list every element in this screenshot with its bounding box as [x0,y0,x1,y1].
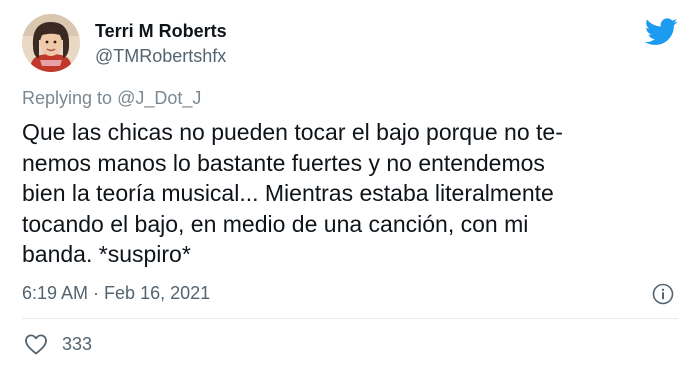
tweet-text-line: tocando el bajo, en medio de una canción… [22,210,529,237]
info-icon[interactable] [652,283,674,305]
tweet-text-line: bien la teoría musical... Mientras estab… [22,180,554,207]
replying-prefix: Replying to [22,88,118,108]
replying-to: Replying to @J_Dot_J [22,88,201,109]
meta-separator: · [88,283,105,303]
tweet-text-line: Que las chicas no pueden tocar el bajo p… [22,119,563,145]
twitter-bird-icon[interactable] [645,18,678,46]
tweet-time: 6:19 AM [22,283,89,303]
reply-target-link[interactable]: @J_Dot_J [117,88,201,108]
heart-icon[interactable] [24,333,48,355]
tweet-text: Que las chicas no pueden tocar el bajo p… [22,117,682,270]
like-count: 333 [62,334,93,354]
tweet-date: Feb 16, 2021 [104,283,211,303]
tweet-timestamp[interactable]: 6:19 AM · Feb 16, 2021 [22,283,210,304]
avatar[interactable] [22,14,80,72]
display-name[interactable]: Terri M Roberts [95,21,227,42]
avatar-image [22,14,80,72]
tweet-card: Terri M Roberts @TMRobertshfx Replying t… [0,0,700,372]
divider [22,318,678,319]
tweet-text-line: banda. *suspiro* [22,241,191,268]
user-handle[interactable]: @TMRobertshfx [95,46,226,67]
tweet-text-line: nemos manos lo bastante fuertes y no ent… [22,149,545,176]
